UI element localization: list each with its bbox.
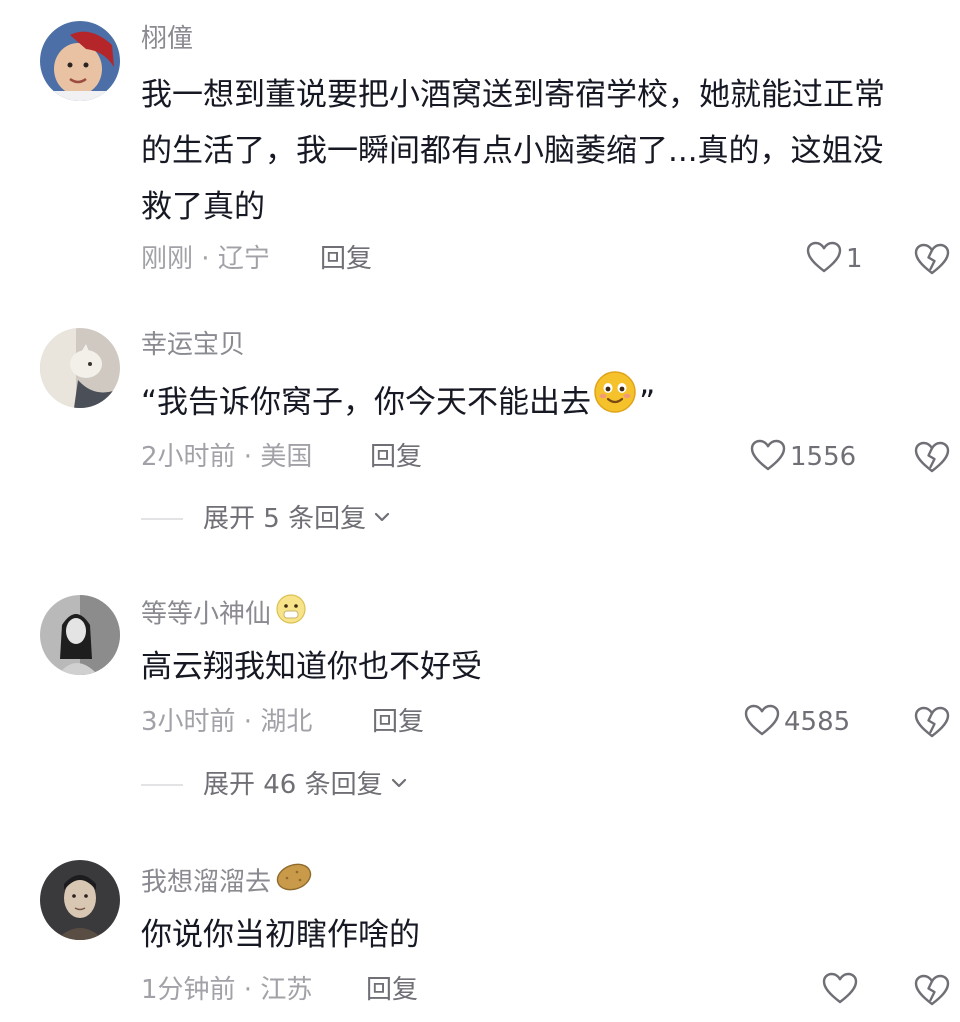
- like-button[interactable]: [820, 970, 862, 1010]
- reply-button[interactable]: 回复: [372, 705, 424, 739]
- smiling-face-emoji: [593, 370, 637, 432]
- broken-heart-icon: [912, 441, 952, 481]
- username[interactable]: 我想溜溜去: [141, 863, 313, 903]
- comment-time: 1分钟前: [141, 975, 236, 1005]
- meta-separator: ·: [193, 244, 218, 274]
- divider: [141, 518, 183, 520]
- avatar[interactable]: [40, 328, 120, 408]
- comment-text: 我一想到董说要把小酒窝送到寄宿学校，她就能过正常 的生活了，我一瞬间都有点小脑萎…: [141, 67, 941, 235]
- divider: [141, 784, 183, 786]
- broken-heart-icon: [912, 974, 952, 1014]
- comment-meta: 3小时前 · 湖北: [141, 705, 312, 739]
- comment-location: 湖北: [260, 707, 313, 737]
- username-text: 我想溜溜去: [141, 867, 272, 898]
- like-button[interactable]: 1: [804, 239, 863, 279]
- dislike-button[interactable]: [912, 437, 952, 477]
- comment-text: “我告诉你窝子，你今天不能出去 ”: [141, 370, 941, 435]
- comment-text-part: “我告诉你窝子，你今天不能出去: [141, 384, 592, 421]
- dislike-button[interactable]: [912, 970, 952, 1010]
- potato-emoji: [275, 861, 313, 901]
- reply-button[interactable]: 回复: [366, 973, 418, 1007]
- username[interactable]: 幸运宝贝: [141, 329, 245, 361]
- username-text: 等等小神仙: [141, 599, 272, 630]
- like-button[interactable]: 4585: [742, 702, 850, 742]
- reply-button[interactable]: 回复: [370, 440, 422, 474]
- comment-item: 我想溜溜去 你说你当初瞎作啥的 1分钟前 · 江苏 回复: [0, 830, 960, 1022]
- comment-text-part: ”: [639, 384, 656, 421]
- broken-heart-icon: [912, 706, 952, 746]
- expand-replies-label: 展开 46 条回复: [203, 770, 383, 800]
- comment-time: 2小时前: [141, 442, 236, 472]
- comment-text-line: 救了真的: [141, 189, 265, 225]
- comment-text: 高云翔我知道你也不好受: [141, 649, 482, 685]
- heart-outline-icon: [804, 237, 844, 281]
- like-count: 1: [846, 244, 863, 274]
- avatar[interactable]: [40, 595, 120, 675]
- comment-location: 江苏: [260, 975, 313, 1005]
- chevron-down-icon: [372, 507, 392, 531]
- dislike-button[interactable]: [912, 702, 952, 742]
- comment-time: 3小时前: [141, 707, 236, 737]
- reply-button[interactable]: 回复: [320, 242, 372, 276]
- expand-replies-button[interactable]: 展开 5 条回复: [141, 502, 392, 536]
- comment-item: 栩僮 我一想到董说要把小酒窝送到寄宿学校，她就能过正常 的生活了，我一瞬间都有点…: [0, 0, 960, 300]
- meta-separator: ·: [235, 442, 261, 472]
- username[interactable]: 栩僮: [141, 23, 193, 55]
- meta-separator: ·: [235, 707, 261, 737]
- comment-text-line: 我一想到董说要把小酒窝送到寄宿学校，她就能过正常: [141, 77, 885, 113]
- comment-meta: 1分钟前 · 江苏: [141, 973, 312, 1007]
- heart-outline-icon: [748, 435, 788, 479]
- dislike-button[interactable]: [912, 239, 952, 279]
- chevron-down-icon: [389, 773, 409, 797]
- comment-meta: 2小时前 · 美国: [141, 440, 312, 474]
- expand-replies-label: 展开 5 条回复: [203, 504, 367, 534]
- speechless-face-emoji: [275, 593, 307, 633]
- avatar[interactable]: [40, 21, 120, 101]
- comment-location: 美国: [260, 442, 313, 472]
- broken-heart-icon: [912, 243, 952, 283]
- expand-replies-button[interactable]: 展开 46 条回复: [141, 768, 409, 802]
- meta-separator: ·: [235, 975, 261, 1005]
- heart-outline-icon: [742, 700, 782, 744]
- like-count: 1556: [790, 442, 857, 472]
- like-button[interactable]: 1556: [748, 437, 856, 477]
- comment-meta: 刚刚 · 辽宁: [141, 242, 270, 276]
- comment-text: 你说你当初瞎作啥的: [141, 917, 420, 953]
- comment-item: 等等小神仙 高云翔我知道你也不好受 3小时前 · 湖北 回复 4585 展开 4…: [0, 560, 960, 830]
- username[interactable]: 等等小神仙: [141, 593, 307, 635]
- comment-text-line: 的生活了，我一瞬间都有点小脑萎缩了...真的，这姐没: [141, 133, 884, 169]
- heart-outline-icon: [820, 968, 860, 1012]
- comment-location: 辽宁: [217, 244, 270, 274]
- like-count: 4585: [784, 707, 851, 737]
- comment-item: 幸运宝贝 “我告诉你窝子，你今天不能出去” 2小时前 · 美国 回复 1556 …: [0, 300, 960, 560]
- comment-time: 刚刚: [141, 244, 194, 274]
- avatar[interactable]: [40, 860, 120, 940]
